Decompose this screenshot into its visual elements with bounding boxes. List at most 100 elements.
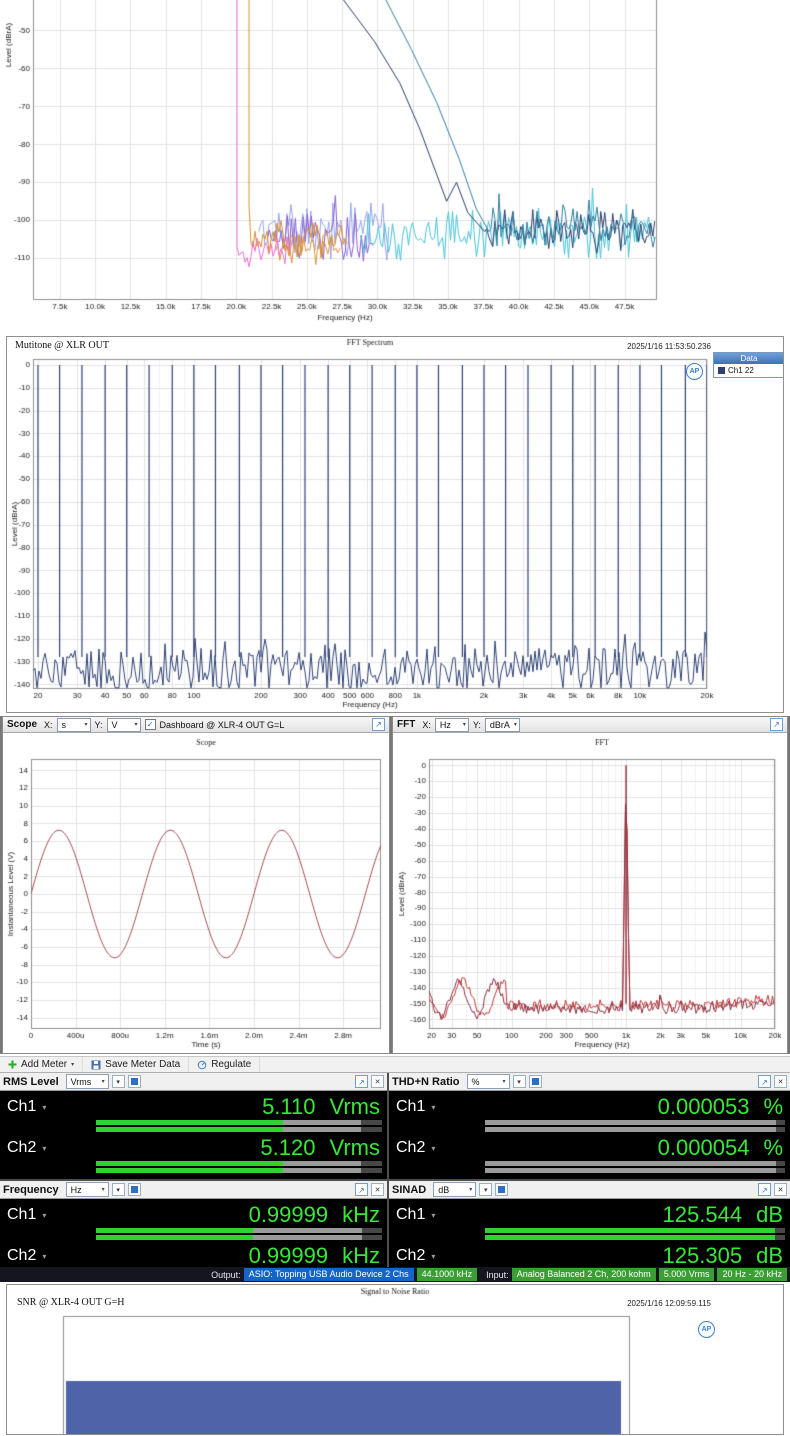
add-meter-button[interactable]: Add Meter ▾ [0,1057,84,1072]
status-bar: Output: ASIO: Topping USB Audio Device 2… [0,1267,790,1282]
meter-menu-icon[interactable]: ▾ [111,1075,125,1088]
save-meter-data-button[interactable]: Save Meter Data [83,1057,190,1072]
channel-label: Ch2 [396,1247,426,1264]
channel-row: Ch1 ▾ 0.000053% [389,1094,790,1120]
sample-rate-status[interactable]: 44.1000 kHz [416,1268,478,1281]
level-bar [96,1161,382,1174]
popout-icon[interactable]: ↗ [355,1183,368,1196]
scope-x-unit-value: s [61,719,67,730]
legend-item[interactable]: Ch1 22 [714,364,783,377]
close-icon[interactable]: ✕ [371,1075,384,1088]
meter-reading: 5.120 Vrms [260,1135,380,1161]
chevron-down-icon: ▾ [431,1143,436,1153]
channel-selector[interactable]: Ch1 ▾ [7,1206,46,1224]
meter-menu-icon[interactable]: ▾ [111,1183,125,1196]
input-device-status[interactable]: Analog Balanced 2 Ch, 200 kohm [511,1268,656,1281]
channel-selector[interactable]: Ch2 ▾ [396,1247,435,1265]
meter-unit: kHz [342,1202,380,1227]
channel-selector[interactable]: Ch2 ▾ [7,1247,46,1265]
meter-reading: 0.99999 kHz [249,1243,380,1267]
channel-label: Ch1 [7,1098,37,1115]
regulate-button[interactable]: Regulate [189,1057,261,1072]
meter-settings-icon[interactable] [127,1183,141,1196]
meter-settings-icon[interactable] [127,1075,141,1088]
chevron-down-icon: ▾ [101,1187,105,1193]
legend-title: Data [714,353,783,364]
meter-value: 0.99999 [248,1202,329,1227]
unit-value: Hz [70,1184,82,1195]
input-range-status[interactable]: 5.000 Vrms [658,1268,715,1281]
channel-selector[interactable]: Ch1 ▾ [7,1098,46,1116]
chevron-down-icon: ▾ [469,1187,473,1193]
regulate-label: Regulate [211,1059,252,1070]
chevron-down-icon: ▾ [42,1251,47,1261]
close-icon[interactable]: ✕ [774,1183,787,1196]
measurement-label: Mutitone @ XLR OUT [15,340,109,351]
channel-selector[interactable]: Ch2 ▾ [7,1139,46,1157]
multitone-chart-canvas[interactable] [7,337,783,712]
scope-panel: Scope X: s ▾ Y: V ▾ ✓ Dashboard @ XLR-4 … [2,716,390,1054]
unit-dropdown[interactable]: dB ▾ [433,1182,477,1197]
fft-x-unit-dropdown[interactable]: Hz ▾ [434,717,469,732]
meters-section: Add Meter ▾ Save Meter Data Regulate RMS… [0,1056,790,1267]
meter-menu-icon[interactable]: ▾ [512,1075,526,1088]
y-axis-dropdown-label: Y: [472,719,481,730]
popout-icon[interactable]: ↗ [770,718,783,731]
fft-panel-title: FFT [397,719,416,730]
scope-y-unit-dropdown[interactable]: V ▾ [106,717,141,732]
channel-label: Ch2 [396,1139,426,1156]
unit-dropdown[interactable]: % ▾ [466,1074,510,1089]
chevron-down-icon: ▾ [42,1143,47,1153]
meter-menu-icon[interactable]: ▾ [479,1183,493,1196]
close-icon[interactable]: ✕ [774,1075,787,1088]
rolloff-chart-canvas[interactable] [0,0,790,334]
legend-swatch-ch1 [718,367,725,374]
meter-panel-frequency: Frequency Hz ▾ ▾ ↗ ✕ Ch1 ▾ 0.99999 kHz Ch2 ▾ [0,1181,387,1267]
dashboard-checkbox-label: Dashboard @ XLR-4 OUT G=L [159,719,285,730]
regulate-icon [197,1060,207,1069]
meter-unit: % [763,1135,783,1160]
popout-icon[interactable]: ↗ [758,1075,771,1088]
close-icon[interactable]: ✕ [371,1183,384,1196]
meter-unit: kHz [342,1243,380,1267]
bandwidth-status[interactable]: 20 Hz - 20 kHz [717,1268,787,1281]
meter-value: 0.99999 [248,1243,329,1267]
unit-dropdown[interactable]: Vrms ▾ [65,1074,109,1089]
popout-icon[interactable]: ↗ [355,1075,368,1088]
meter-settings-icon[interactable] [495,1183,509,1196]
channel-label: Ch1 [7,1206,37,1223]
timestamp: 2025/1/16 11:53:50.236 [627,342,711,351]
chevron-down-icon: ▾ [101,1079,105,1085]
popout-icon[interactable]: ↗ [372,718,385,731]
channel-row: Ch2 ▾ 125.305 dB [389,1243,790,1267]
x-axis-dropdown-label: X: [422,719,431,730]
unit-dropdown[interactable]: Hz ▾ [65,1182,109,1197]
output-device-status[interactable]: ASIO: Topping USB Audio Device 2 Chs [243,1268,414,1281]
meter-panel-sinad: SINAD dB ▾ ▾ ↗ ✕ Ch1 ▾ 125.544 dB Ch2 ▾ [389,1181,790,1267]
channel-selector[interactable]: Ch1 ▾ [396,1098,435,1116]
meter-settings-icon[interactable] [528,1075,542,1088]
meter-toolbar: Add Meter ▾ Save Meter Data Regulate [0,1056,790,1073]
chevron-down-icon: ▾ [431,1210,436,1220]
scope-chart-canvas[interactable] [3,733,389,1053]
popout-icon[interactable]: ↗ [758,1183,771,1196]
y-axis-dropdown-label: Y: [94,719,103,730]
dashboard-checkbox[interactable]: ✓ [144,719,156,730]
fft-y-unit-dropdown[interactable]: dBrA ▾ [484,717,520,732]
channel-row: Ch2 ▾ 0.000054% [389,1135,790,1161]
chevron-down-icon: ▾ [431,1102,436,1112]
meter-header: SINAD dB ▾ ▾ ↗ ✕ [389,1181,790,1199]
chevron-down-icon: ▾ [84,722,88,728]
ap-logo: AP [686,363,703,380]
level-bar [485,1228,785,1241]
chevron-down-icon: ▾ [134,722,138,728]
scope-x-unit-dropdown[interactable]: s ▾ [56,717,91,732]
meter-header: RMS Level Vrms ▾ ▾ ↗ ✕ [0,1073,387,1091]
fft-chart-canvas[interactable] [393,733,787,1053]
dashboard-section: Scope X: s ▾ Y: V ▾ ✓ Dashboard @ XLR-4 … [0,716,790,1054]
meter-value: 0.000053 [657,1094,750,1119]
meter-body: Ch1 ▾ 125.544 dB Ch2 ▾ 125.305 dB [389,1199,790,1267]
scope-panel-title: Scope [7,719,38,730]
channel-selector[interactable]: Ch1 ▾ [396,1206,435,1224]
channel-selector[interactable]: Ch2 ▾ [396,1139,435,1157]
